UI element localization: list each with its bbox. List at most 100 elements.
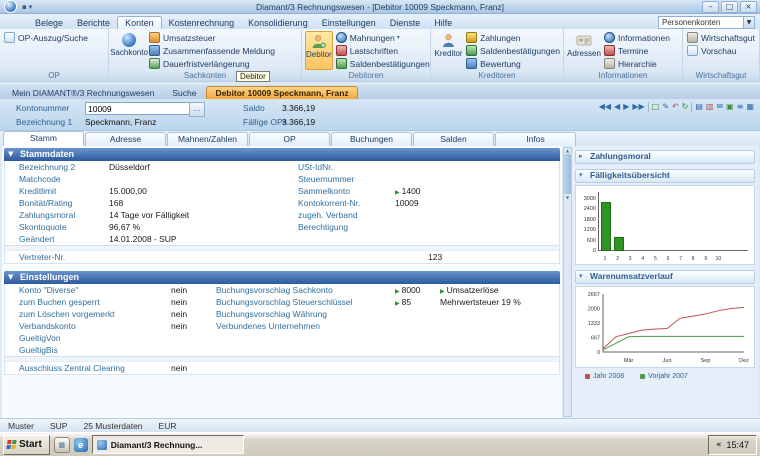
tab-stamm[interactable]: Stamm xyxy=(3,131,84,146)
next-record-button[interactable]: ▶ xyxy=(623,102,629,112)
tab-hilfe[interactable]: Hilfe xyxy=(427,17,459,29)
informationen-button[interactable]: Informationen xyxy=(603,31,670,44)
wirtschaftsgut-button[interactable]: Wirtschaftsgut xyxy=(686,31,755,44)
new-record-button[interactable]: □ xyxy=(652,102,660,112)
collapse-icon[interactable]: ▼ xyxy=(8,271,13,284)
collapse-icon[interactable]: ▼ xyxy=(8,148,13,161)
quicklaunch-desktop-icon[interactable]: ▦ xyxy=(54,437,70,453)
taskbar-task-button[interactable]: Diamant/3 Rechnung... xyxy=(92,435,244,454)
konten-type-combobox[interactable]: Personenkonten ▼ xyxy=(658,16,755,29)
op-auszug-suche-button[interactable]: OP-Auszug/Suche xyxy=(3,31,88,44)
svg-text:Mär: Mär xyxy=(624,358,634,364)
saldo-value: 3.366,19 xyxy=(282,103,315,113)
tab-belege[interactable]: Belege xyxy=(28,17,70,29)
panel-header-faelligkeit[interactable]: ▾ Fälligkeitsübersicht xyxy=(575,169,755,183)
doc-tab-debitor[interactable]: Debitor 10009 Speckmann, Franz xyxy=(206,86,357,99)
tab-infos[interactable]: Infos xyxy=(495,132,576,146)
vertreter-value: 123 xyxy=(428,252,442,262)
close-button[interactable]: × xyxy=(740,1,757,13)
panel-header-warenumsatz[interactable]: ▾ Warenumsatzverlauf xyxy=(575,270,755,284)
tray-expand-icon[interactable]: « xyxy=(716,440,722,450)
sachkonto-vorschlag-text-link[interactable]: ▶Umsatzerlöse xyxy=(440,285,499,295)
dauerfristverlaengerung-button[interactable]: Dauerfristverlängerung xyxy=(148,57,275,70)
status-user: SUP xyxy=(50,421,67,431)
status-client: Muster xyxy=(8,421,34,431)
print-button[interactable]: ▤ xyxy=(695,102,703,112)
lastschriften-button[interactable]: Lastschriften xyxy=(335,44,430,57)
edit-record-button[interactable]: ✎ xyxy=(662,102,669,112)
bewertung-button[interactable]: Bewertung xyxy=(465,57,560,70)
tab-op[interactable]: OP xyxy=(249,132,330,146)
scrollbar-thumb[interactable] xyxy=(564,154,571,194)
umsatzsteuer-button[interactable]: Umsatzsteuer xyxy=(148,31,275,44)
saldenbestaetigungen-button[interactable]: Saldenbestätigungen xyxy=(335,57,430,70)
field-label: Berechtigung xyxy=(298,222,348,232)
zusammenfassende-meldung-button[interactable]: Zusammenfassende Meldung xyxy=(148,44,275,57)
field-label: zum Löschen vorgemerkt xyxy=(19,309,114,319)
reminder-icon xyxy=(336,32,347,43)
tab-buchungen[interactable]: Buchungen xyxy=(331,132,412,146)
tab-berichte[interactable]: Berichte xyxy=(70,17,117,29)
expand-icon[interactable]: ▸ xyxy=(579,151,583,162)
section-header-stammdaten[interactable]: ▼ Stammdaten xyxy=(4,148,560,161)
doc-tab-suche[interactable]: Suche xyxy=(164,87,204,99)
account-lookup-button[interactable]: … xyxy=(189,102,205,117)
collapse-icon[interactable]: ▾ xyxy=(579,271,583,282)
tooltip: Debitor xyxy=(236,71,270,82)
group-label-debitoren: Debitoren xyxy=(302,70,430,81)
saldenbestaetigungen-kreditor-button[interactable]: Saldenbestätigungen xyxy=(465,44,560,57)
tab-adresse[interactable]: Adresse xyxy=(85,132,166,146)
undo-button[interactable]: ↶ xyxy=(672,102,679,112)
field-label: Matchcode xyxy=(19,174,61,184)
collapse-icon[interactable]: ▾ xyxy=(579,170,583,181)
panel-header-zahlungsmoral[interactable]: ▸ Zahlungsmoral xyxy=(575,150,755,164)
section-header-einstellungen[interactable]: ▼ Einstellungen xyxy=(4,271,560,284)
sammelkonto-link[interactable]: ▶1400 xyxy=(395,186,421,196)
export-button[interactable]: ▥ xyxy=(706,102,714,112)
notes-button[interactable]: ≡ xyxy=(737,102,744,112)
email-button[interactable]: ✉ xyxy=(716,102,723,112)
tab-kostenrechnung[interactable]: Kostenrechnung xyxy=(162,17,242,29)
sachkonto-vorschlag-link[interactable]: ▶8000 xyxy=(395,285,421,295)
list-button[interactable]: ▦ xyxy=(746,102,754,112)
field-value: 96,67 % xyxy=(109,222,140,232)
field-label: Skontoquote xyxy=(19,222,67,232)
tab-mahnen-zahlen[interactable]: Mahnen/Zahlen xyxy=(167,132,248,146)
steuerschluessel-link[interactable]: ▶85 xyxy=(395,297,411,307)
adressen-button[interactable]: Adressen xyxy=(567,31,601,70)
zahlungen-button[interactable]: Zahlungen xyxy=(465,31,560,44)
attachment-button[interactable]: ▣ xyxy=(726,102,734,112)
tab-einstellungen[interactable]: Einstellungen xyxy=(315,17,383,29)
hierarchie-button[interactable]: Hierarchie xyxy=(603,57,670,70)
chevron-down-icon[interactable]: ▾ xyxy=(397,34,400,41)
tab-dienste[interactable]: Dienste xyxy=(383,17,428,29)
tab-salden[interactable]: Salden xyxy=(413,132,494,146)
document-tab-bar: Mein DIAMANT®/3 Rechnungswesen Suche Deb… xyxy=(0,85,760,99)
minimize-button[interactable]: – xyxy=(702,1,719,13)
quicklaunch-browser-icon[interactable]: e xyxy=(74,438,88,452)
refresh-button[interactable]: ↻ xyxy=(682,102,689,112)
previous-record-button[interactable]: ◀ xyxy=(614,102,620,112)
vertical-scrollbar[interactable]: ▲▼ xyxy=(563,147,572,417)
sachkonto-button[interactable]: Sachkonto xyxy=(112,31,146,70)
ribbon-group-op: OP-Auszug/Suche OP xyxy=(0,29,109,81)
last-record-button[interactable]: ▶▶ xyxy=(632,102,644,112)
chevron-down-icon[interactable]: ▼ xyxy=(743,17,754,28)
termine-button[interactable]: Termine xyxy=(603,44,670,57)
first-record-button[interactable]: ◀◀ xyxy=(599,102,611,112)
start-button[interactable]: Start xyxy=(3,435,50,455)
address-card-icon xyxy=(576,33,592,48)
vorschau-button[interactable]: Vorschau xyxy=(686,44,755,57)
maximize-button[interactable]: □ xyxy=(721,1,738,13)
kreditor-button[interactable]: Kreditor xyxy=(434,31,463,70)
field-label: GueltigBis xyxy=(19,345,58,355)
debitor-button[interactable]: Debitor xyxy=(305,31,333,70)
doc-tab-home[interactable]: Mein DIAMANT®/3 Rechnungswesen xyxy=(4,87,162,99)
field-value: Mehrwertsteuer 19 % xyxy=(440,297,521,307)
kontonummer-input[interactable] xyxy=(85,102,191,115)
mahnungen-button[interactable]: Mahnungen ▾ xyxy=(335,31,430,44)
field-value: nein xyxy=(171,297,187,307)
tab-konten[interactable]: Konten xyxy=(117,16,162,29)
ribbon-group-wirtschaftsgut: Wirtschaftsgut Vorschau Wirtschaftsgut xyxy=(683,29,760,81)
tab-konsolidierung[interactable]: Konsolidierung xyxy=(241,17,315,29)
